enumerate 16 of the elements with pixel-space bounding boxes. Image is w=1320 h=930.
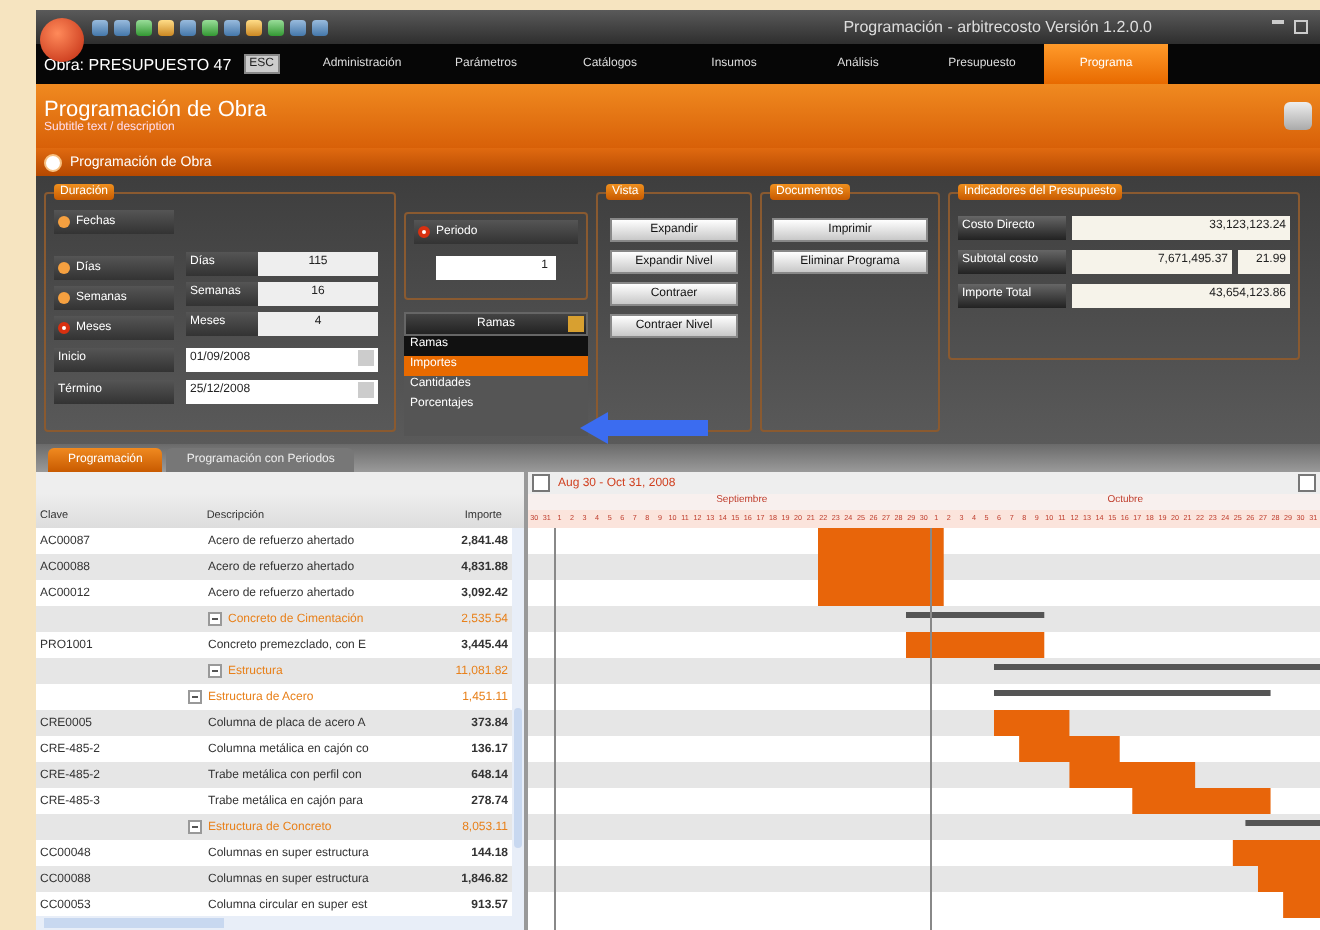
collapse-icon[interactable] [208,664,222,678]
page-title: Programación de Obra [44,98,267,122]
window-title: Programación - arbitrecosto Versión 1.2.0.0 [843,18,1152,36]
pointer-arrow [580,412,708,444]
app-logo-icon [40,18,84,62]
collapse-icon[interactable] [208,612,222,626]
previous-button[interactable] [532,474,550,492]
scrollbar[interactable] [36,916,524,930]
maximize-icon[interactable] [1294,20,1308,34]
info-icon [44,153,62,171]
collapse-icon[interactable] [188,690,202,704]
collapse-icon[interactable] [188,820,202,834]
project-label: Obra: PRESUPUESTO 47 [44,55,232,73]
next-button[interactable] [1298,474,1316,492]
scrollbar[interactable] [512,528,524,916]
header-icon [1284,102,1312,130]
